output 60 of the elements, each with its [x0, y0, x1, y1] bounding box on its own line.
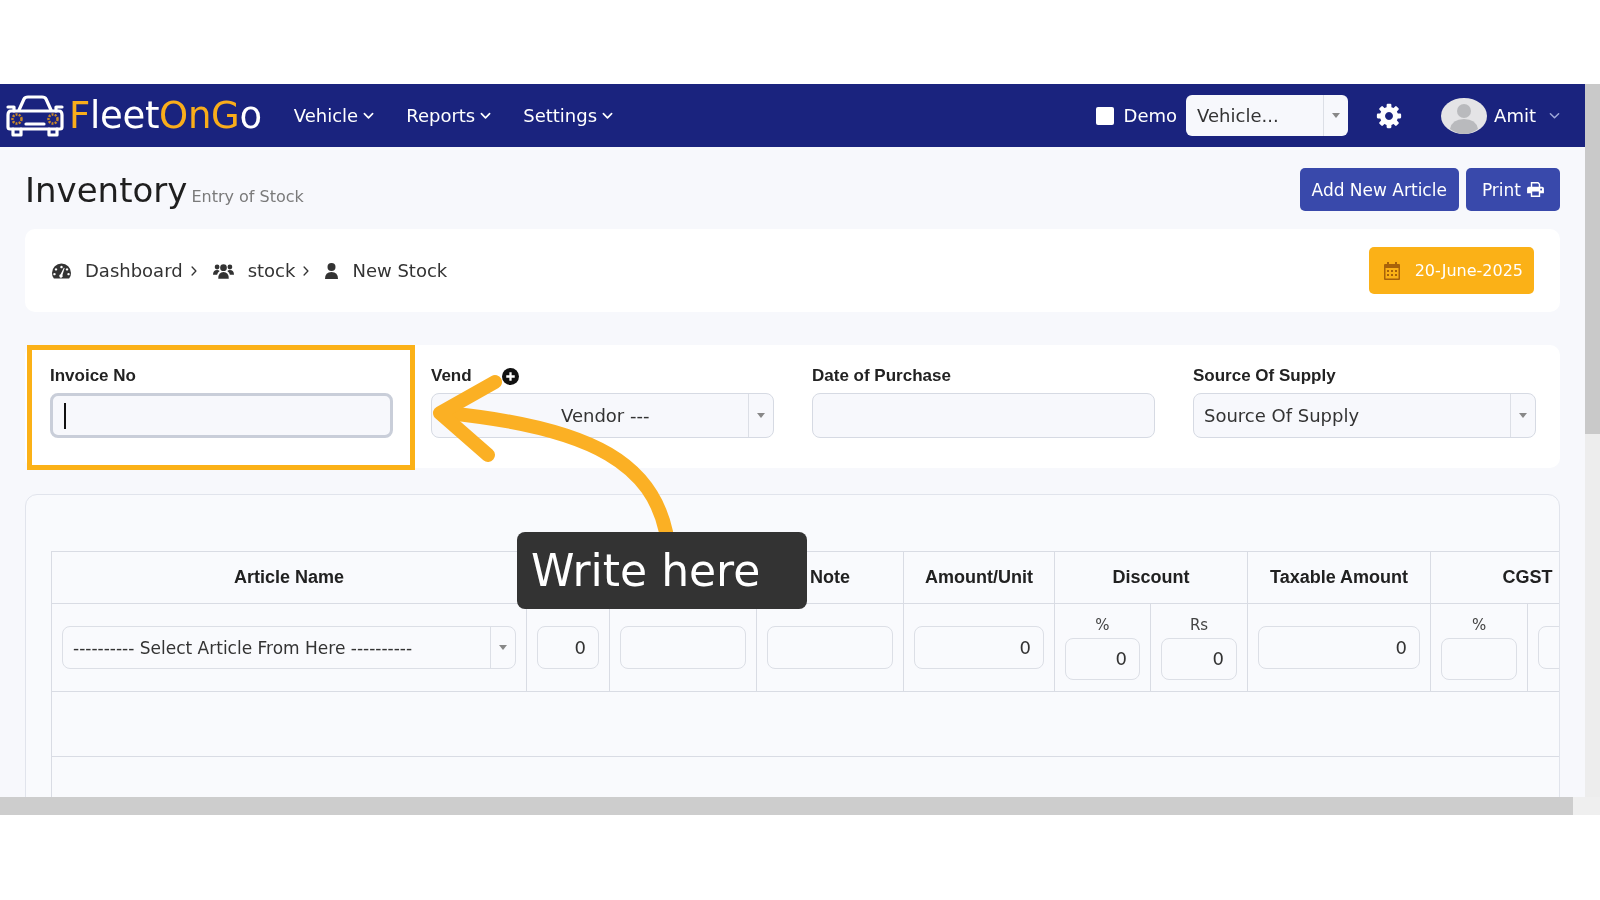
chevron-right-icon: [303, 265, 310, 276]
input-field[interactable]: [1441, 637, 1517, 680]
text-cursor-icon: [64, 402, 66, 429]
caret-icon: [499, 645, 507, 650]
avatar-icon: [1441, 97, 1488, 134]
select-field[interactable]: Source Of Supply: [1193, 393, 1536, 438]
user-menu[interactable]: Amit: [1441, 97, 1560, 134]
input-field[interactable]: [620, 626, 746, 669]
input-field[interactable]: 0: [1065, 637, 1140, 680]
vertical-scrollbar[interactable]: [1585, 84, 1600, 797]
input-field[interactable]: [50, 393, 393, 438]
page-subtitle: Entry of Stock: [191, 186, 304, 206]
gauge-icon: [52, 262, 71, 279]
checkbox[interactable]: [1095, 106, 1114, 125]
nav-menu[interactable]: Settings: [523, 105, 614, 126]
breadcrumb-link[interactable]: New Stock: [325, 260, 448, 281]
field-label: Vend: [431, 366, 472, 386]
caret-icon: [757, 413, 765, 418]
input-field[interactable]: 0: [914, 626, 1044, 669]
field-label: Source Of Supply: [1193, 366, 1336, 386]
sub-header: %: [1470, 615, 1488, 634]
calendar-icon: [1383, 261, 1400, 280]
nav-menu[interactable]: Reports: [406, 105, 492, 126]
caret-icon: [1519, 413, 1527, 418]
tooltip: Write here: [517, 532, 807, 609]
input-field[interactable]: [767, 626, 893, 669]
input-field[interactable]: [812, 393, 1155, 438]
column-header: Amount/Unit: [903, 551, 1055, 604]
input-field[interactable]: 0: [537, 626, 599, 669]
column-header: Discount: [1054, 551, 1248, 604]
sub-header: %: [1094, 615, 1111, 634]
field-label: Invoice No: [50, 366, 136, 386]
chevron-down-icon: [1549, 111, 1560, 120]
page-title: Inventory: [25, 172, 188, 207]
chevron-down-icon: [480, 111, 492, 120]
nav-menu[interactable]: Vehicle: [293, 105, 375, 126]
chevron-down-icon: [363, 111, 375, 120]
breadcrumb-link[interactable]: stock: [212, 260, 296, 281]
scrollbar-thumb[interactable]: [1585, 84, 1600, 434]
select-field[interactable]: Vehicle...: [1186, 95, 1349, 136]
user-icon: [325, 262, 339, 279]
car-icon: [5, 93, 65, 138]
plus-circle-icon[interactable]: [501, 367, 519, 385]
printer-icon: [1527, 182, 1544, 197]
sub-header: Rs: [1188, 615, 1210, 634]
input-field[interactable]: 0: [1258, 626, 1420, 669]
print-button[interactable]: Print: [1465, 168, 1560, 211]
field-label: Date of Purchase: [812, 366, 951, 386]
select-field[interactable]: ---------- Select Article From Here ----------: [62, 626, 516, 669]
chevron-right-icon: [190, 265, 197, 276]
column-header: Taxable Amount: [1247, 551, 1431, 604]
breadcrumb-link[interactable]: Dashboard: [52, 260, 183, 281]
checkbox-label: Demo: [1123, 105, 1178, 126]
caret-icon: [1332, 113, 1341, 118]
add-article-button[interactable]: Add New Article: [1299, 168, 1459, 211]
chevron-down-icon: [602, 111, 614, 120]
users-icon: [212, 262, 234, 279]
settings-icon[interactable]: [1376, 102, 1403, 129]
input-field[interactable]: 0: [1161, 637, 1237, 680]
logo-text: FleetOnGo: [69, 97, 262, 134]
